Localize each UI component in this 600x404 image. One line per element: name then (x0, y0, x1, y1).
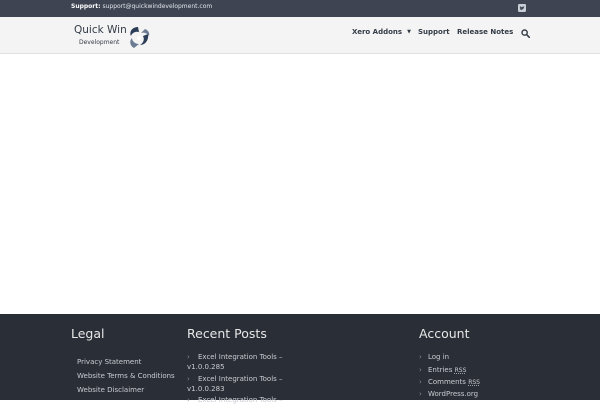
footer-legal-link[interactable]: Website Disclaimer (77, 386, 144, 394)
chevron-right-icon: › (187, 396, 190, 404)
recent-post-link[interactable]: Excel Integration Tools – (198, 353, 283, 361)
chevron-right-icon: › (419, 353, 422, 361)
footer-recent-posts-title: Recent Posts (187, 326, 267, 341)
footer-legal-title: Legal (71, 326, 105, 341)
account-wordpress-link[interactable]: WordPress.org (428, 390, 478, 398)
rss-abbr: RSS (454, 367, 467, 374)
site-logo[interactable]: Quick Win Development (74, 23, 156, 51)
chevron-down-icon: ▼ (407, 29, 411, 35)
nav-release-notes[interactable]: Release Notes (457, 28, 513, 36)
account-entries-rss-link[interactable]: Entries RSS (428, 366, 466, 374)
chevron-right-icon: › (419, 378, 422, 386)
chevron-right-icon: › (419, 366, 422, 374)
logo-text-line2: Development (79, 39, 120, 46)
recent-post-link-cont[interactable]: v1.0.0.283 (187, 385, 225, 393)
account-comments-label: Comments (428, 378, 466, 386)
logo-text-line1: Quick Win (74, 24, 127, 36)
footer-account-title: Account (419, 326, 470, 341)
nav-xero-addons-label: Xero Addons (352, 28, 403, 36)
recent-post-link-cont[interactable]: v1.0.0.285 (187, 363, 225, 371)
support-contact: Support: support@quickwindevelopment.com (71, 3, 212, 10)
account-login-link[interactable]: Log in (428, 353, 449, 361)
top-bar: Support: support@quickwindevelopment.com (0, 0, 600, 17)
rss-abbr: RSS (468, 379, 480, 386)
chevron-right-icon: › (187, 375, 190, 383)
nav-support[interactable]: Support (418, 28, 450, 36)
support-label: Support: (71, 3, 101, 10)
site-footer: Legal Privacy Statement Website Terms & … (0, 314, 600, 404)
search-icon[interactable] (521, 29, 530, 38)
footer-legal-link[interactable]: Privacy Statement (77, 358, 141, 366)
chevron-right-icon: › (419, 390, 422, 398)
support-email-link[interactable]: support@quickwindevelopment.com (102, 3, 212, 10)
account-entries-label: Entries (428, 366, 453, 374)
site-header: Quick Win Development Xero Addons ▼ Suppo… (0, 17, 600, 54)
chevron-right-icon: › (187, 353, 190, 361)
recent-post-link[interactable]: Excel Integration Tools – (198, 375, 283, 383)
twitter-icon[interactable] (518, 4, 526, 12)
logo-swirl-icon (130, 27, 150, 48)
account-comments-rss-link[interactable]: Comments RSS (428, 378, 480, 386)
footer-legal-link[interactable]: Website Terms & Conditions (77, 372, 175, 380)
nav-xero-addons[interactable]: Xero Addons ▼ (352, 28, 411, 36)
recent-post-link[interactable]: Excel Integration Tools – (198, 396, 283, 404)
